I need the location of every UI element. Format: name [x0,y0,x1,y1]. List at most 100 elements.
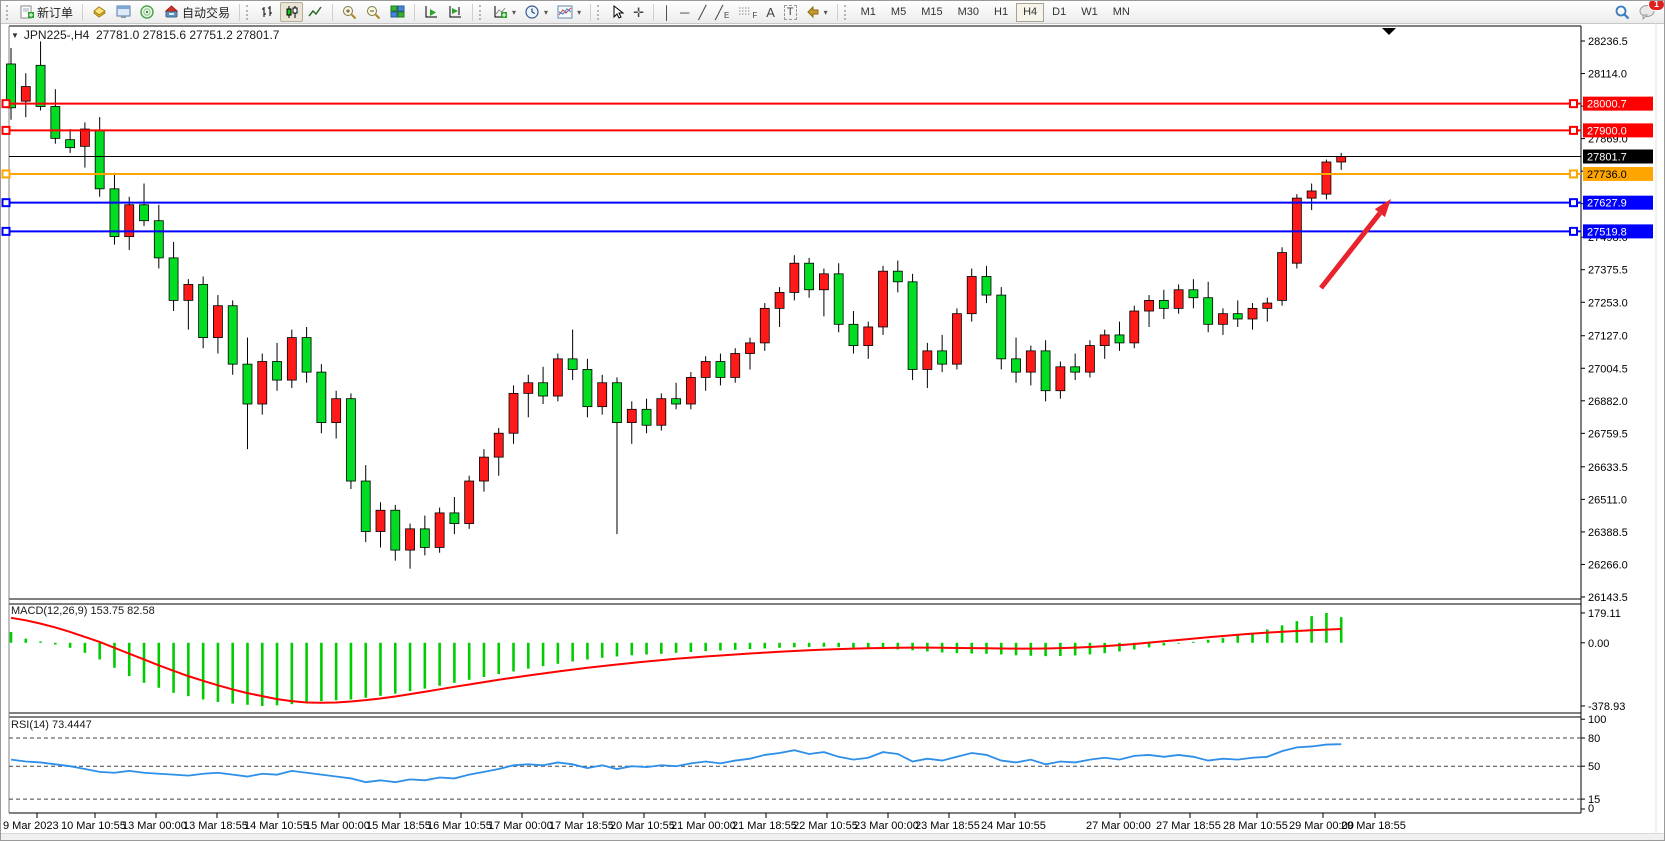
candle-body [1100,335,1109,346]
bar-chart-button[interactable] [256,2,279,22]
candle-body [1263,303,1272,308]
candle-body [1174,290,1183,309]
line-right-handle[interactable] [1570,228,1577,235]
new-order-button[interactable]: 新订单 [16,2,77,22]
line-right-handle[interactable] [1570,170,1577,177]
time-tick-label: 23 Mar 00:00 [854,820,919,832]
candle-body [775,292,784,308]
toolbar-grip[interactable] [6,5,12,20]
autotrading-label: 自动交易 [182,4,230,21]
candle-body [1012,359,1021,372]
candle-body [66,140,75,148]
market-watch-button[interactable] [88,2,111,22]
candle-body [908,282,917,370]
mt4-window: 新订单 [0,0,1665,841]
price-tick-label: 28114.0 [1588,69,1627,81]
crosshair-button[interactable]: ✛ [629,2,648,22]
chart-shift-marker-icon[interactable] [1382,28,1396,35]
candle-body [465,481,474,524]
line-left-handle[interactable] [3,127,10,134]
dropdown-icon: ▾ [512,8,516,17]
time-tick-label: 13 Mar 18:55 [183,820,248,832]
timeframe-d1[interactable]: D1 [1045,3,1073,22]
line-right-handle[interactable] [1570,127,1577,134]
candle-body [879,271,888,327]
candle-body [1233,314,1242,319]
price-tick-label: 27004.5 [1588,363,1628,375]
vertical-line-icon: │ [663,6,671,19]
line-right-handle[interactable] [1570,199,1577,206]
notification-badge[interactable]: 1 [1648,0,1665,11]
equidistant-channel-button[interactable]: ╱ E [711,2,733,22]
time-tick-label: 9 Mar 2023 [3,820,59,832]
navigator-button[interactable] [136,2,159,22]
candle-body [716,361,725,377]
price-tick-label: 27253.0 [1588,297,1628,309]
time-tick-label: 16 Mar 10:55 [427,820,492,832]
autotrading-button[interactable]: 自动交易 [160,2,234,22]
fibonacci-button[interactable]: F [734,2,761,22]
indicators-button[interactable]: ▾ [489,2,520,22]
templates-button[interactable]: ▾ [553,2,585,22]
arrows-objects-button[interactable]: ▾ [802,2,832,22]
candle-body [1278,253,1287,301]
data-window-button[interactable] [112,2,135,22]
line-left-handle[interactable] [3,100,10,107]
candle-body [21,87,30,102]
candle-body [598,383,607,407]
tile-windows-button[interactable] [386,2,409,22]
line-chart-button[interactable] [304,2,327,22]
auto-scroll-button[interactable] [420,2,443,22]
timeframe-m1[interactable]: M1 [854,3,883,22]
line-left-handle[interactable] [3,228,10,235]
candle-chart-button[interactable] [280,2,303,22]
candle-body [834,274,843,324]
timeframe-m30[interactable]: M30 [951,3,986,22]
zoom-in-button[interactable] [338,2,361,22]
trendline-button[interactable]: ╱ [694,2,710,22]
text-button[interactable]: A [762,2,779,22]
candle-body [317,372,326,422]
candle-body [657,399,666,426]
timeframe-m15[interactable]: M15 [914,3,949,22]
line-left-handle[interactable] [3,170,10,177]
chart-canvas[interactable]: 28236.528114.027991.527869.027746.527624… [1,23,1665,841]
timeframe-mn[interactable]: MN [1106,3,1137,22]
candle-body [184,284,193,300]
time-tick-label: 24 Mar 10:55 [981,820,1046,832]
channel-letter: E [724,11,729,20]
separator [82,4,83,21]
line-right-handle[interactable] [1570,100,1577,107]
toolbar-grip[interactable] [246,5,252,20]
candle-body [1189,290,1198,298]
candle-body [539,383,548,396]
cursor-button[interactable] [607,2,628,22]
horizontal-line-button[interactable]: ─ [676,2,693,22]
toolbar-grip[interactable] [597,5,603,20]
time-tick-label: 27 Mar 18:55 [1156,820,1221,832]
timeframe-h1[interactable]: H1 [987,3,1015,22]
timeframe-m5[interactable]: M5 [884,3,913,22]
collapse-triangle-icon[interactable]: ▼ [11,31,19,40]
toolbar-grip[interactable] [479,5,485,20]
periods-button[interactable]: ▾ [521,2,552,22]
search-button[interactable] [1610,2,1634,22]
chart-shift-button[interactable] [444,2,467,22]
time-tick-label: 21 Mar 00:00 [671,820,736,832]
candle-body [509,393,518,433]
chart-title-bar[interactable]: ▼ JPN225-,H4 27781.0 27815.6 27751.2 278… [11,28,279,42]
candle-body [627,409,636,422]
toolbar-grip[interactable] [844,5,850,20]
text-label-button[interactable]: T [780,2,801,22]
candle-body [524,383,533,394]
line-left-handle[interactable] [3,199,10,206]
horizontal-line-icon: ─ [680,6,689,19]
candle-body [553,359,562,396]
timeframe-h4[interactable]: H4 [1016,3,1044,22]
rsi-line [11,744,1341,782]
zoom-out-button[interactable] [362,2,385,22]
vertical-line-button[interactable]: │ [659,2,675,22]
candle-body [199,284,208,337]
timeframe-w1[interactable]: W1 [1074,3,1105,22]
trend-arrow-shaft[interactable] [1321,213,1380,288]
